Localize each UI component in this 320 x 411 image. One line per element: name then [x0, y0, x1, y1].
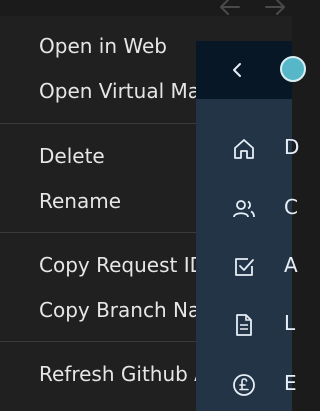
side-item-dashboard[interactable]: D	[196, 127, 299, 167]
side-item-label: D	[284, 135, 300, 159]
checkbox-icon	[235, 258, 254, 276]
side-item-expenses[interactable]: E	[196, 363, 297, 403]
users-icon	[233, 200, 255, 218]
document-icon	[236, 314, 252, 336]
pound-coin-icon	[233, 374, 255, 396]
arrow-left-icon[interactable]	[217, 0, 243, 17]
side-panel-header	[196, 41, 306, 99]
home-icon	[234, 139, 254, 159]
side-item-logs[interactable]: L	[196, 303, 296, 343]
side-item-approvals[interactable]: A	[196, 245, 298, 285]
arrow-right-icon[interactable]	[262, 0, 288, 17]
side-item-label: A	[284, 253, 298, 277]
side-item-contacts[interactable]: C	[196, 187, 298, 227]
chevron-left-icon[interactable]	[230, 61, 244, 79]
side-panel: D C A L E	[196, 41, 306, 411]
avatar[interactable]	[280, 56, 306, 82]
side-item-label: E	[284, 371, 297, 395]
side-item-label: L	[284, 311, 296, 335]
side-item-label: C	[284, 195, 298, 219]
